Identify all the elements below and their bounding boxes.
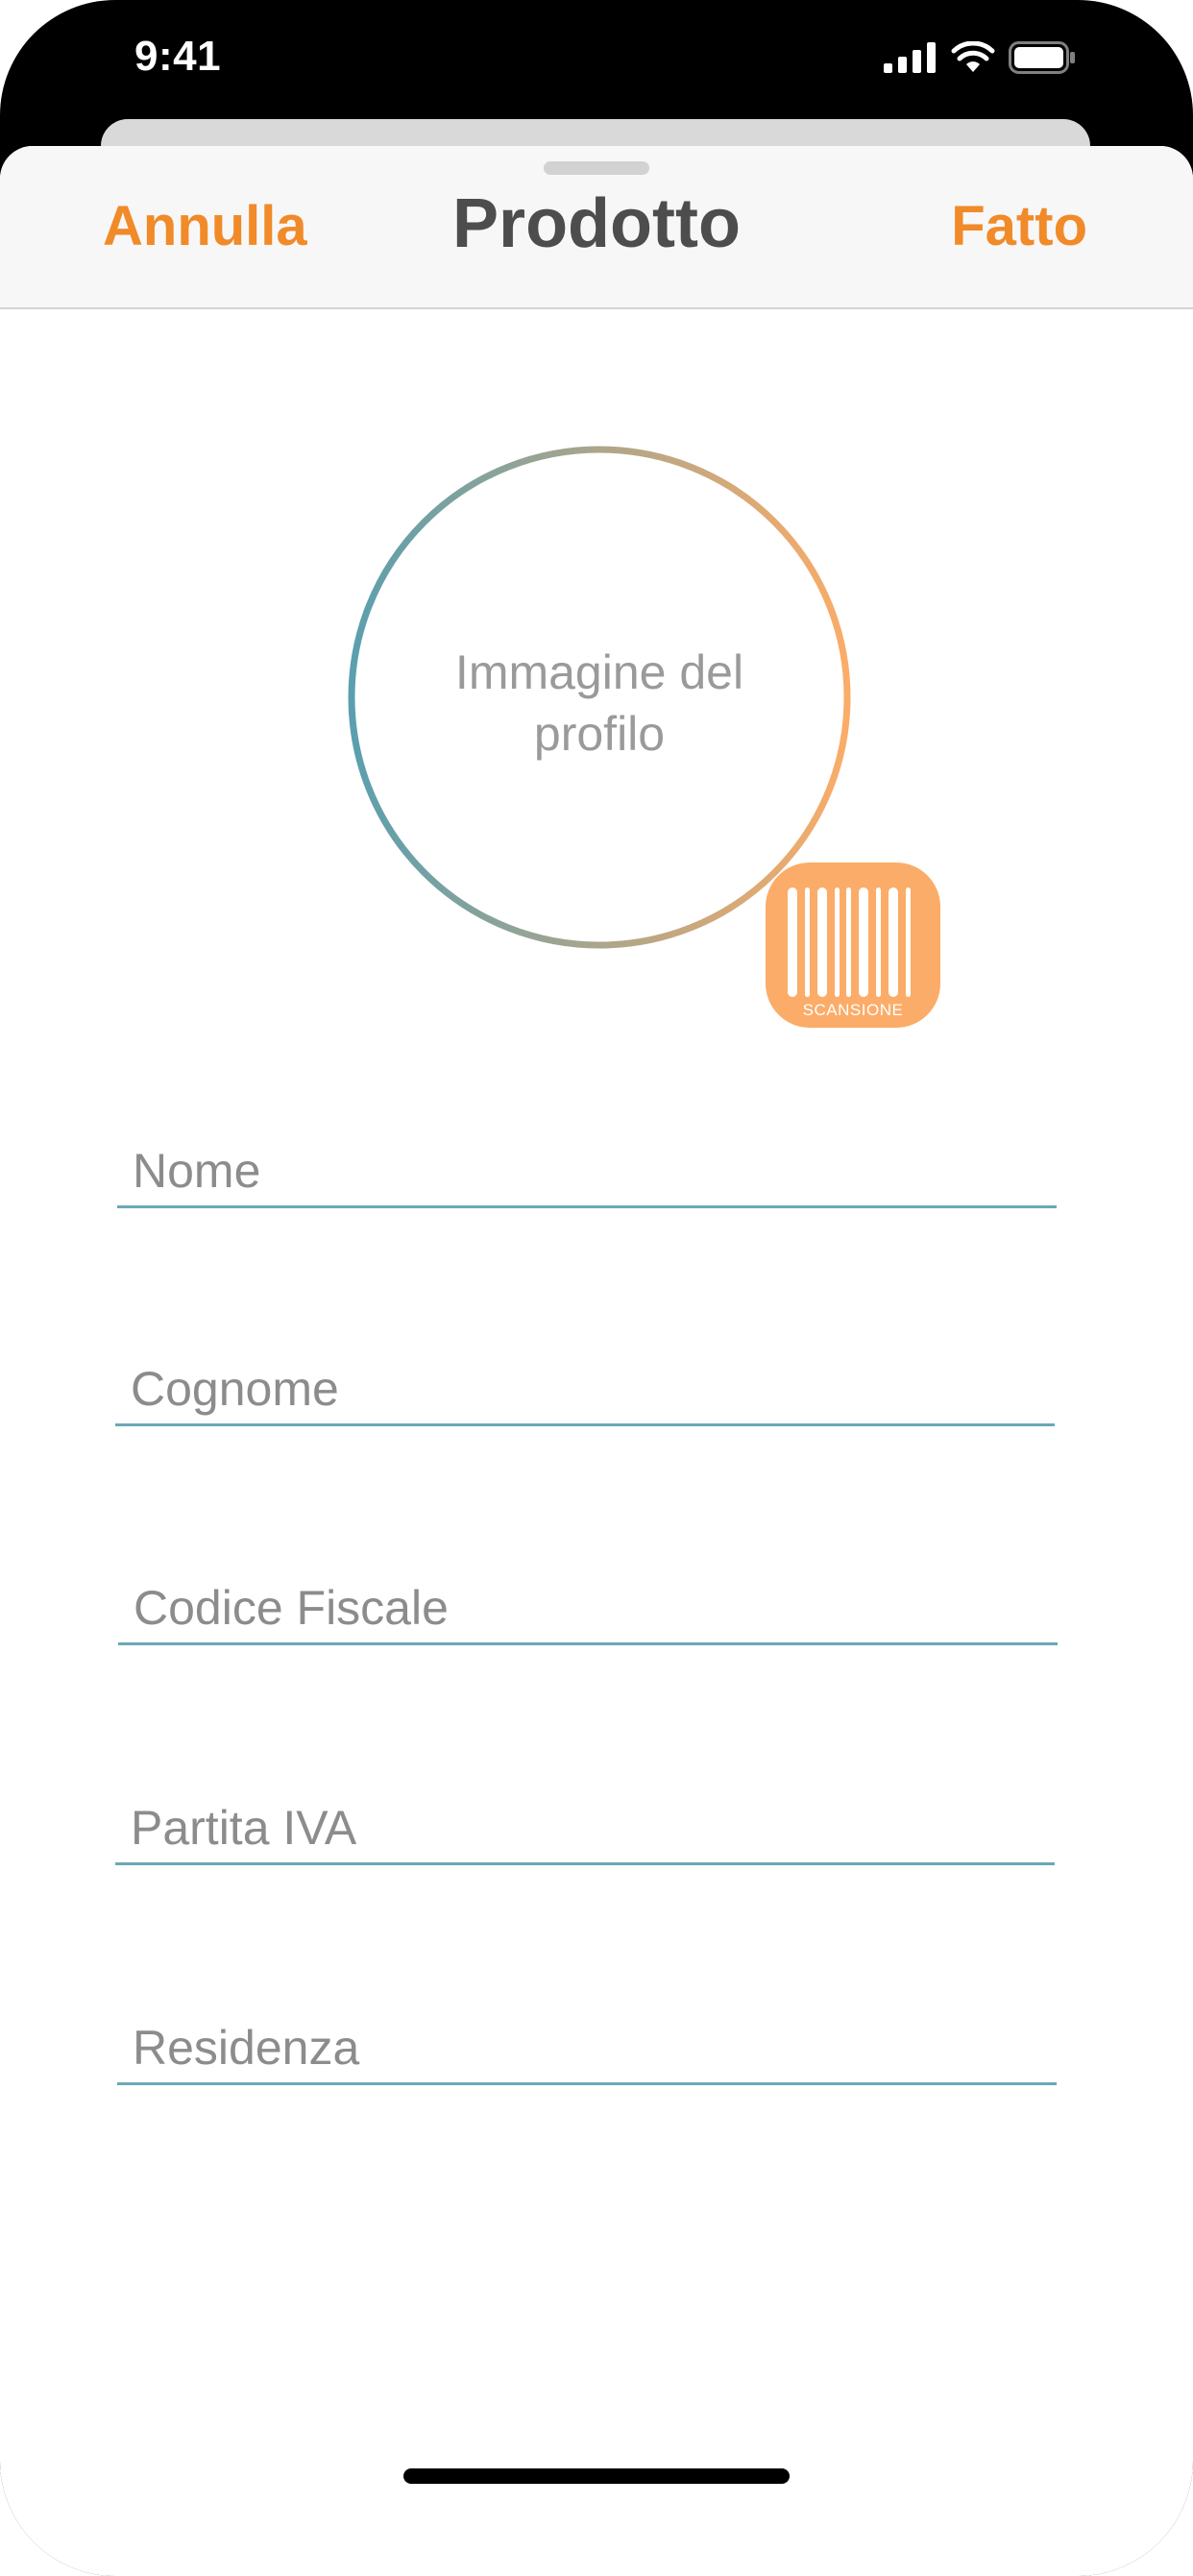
status-icons (884, 40, 1076, 75)
battery-icon (1009, 41, 1076, 74)
partita-iva-input[interactable] (115, 1788, 1055, 1861)
field-underline (117, 1205, 1057, 1208)
status-time: 9:41 (134, 33, 222, 80)
field-underline (117, 2082, 1057, 2085)
residenza-field[interactable] (117, 2008, 1057, 2085)
field-underline (115, 1423, 1055, 1426)
field-underline (118, 1642, 1058, 1645)
home-indicator[interactable] (403, 2468, 790, 2484)
wifi-icon (951, 41, 995, 74)
field-underline (115, 1862, 1055, 1865)
profile-image-picker[interactable]: Immagine del profilo (348, 446, 851, 949)
done-button[interactable]: Fatto (951, 194, 1087, 258)
cognome-input[interactable] (115, 1349, 1055, 1422)
navigation-bar: Annulla Prodotto Fatto (0, 146, 1193, 309)
codice-fiscale-input[interactable] (118, 1568, 1058, 1641)
phone-frame: 9:41 Annulla Prodotto Fatto Immagine del… (0, 0, 1193, 2576)
cognome-field[interactable] (115, 1349, 1055, 1426)
barcode-icon (788, 887, 911, 997)
residenza-input[interactable] (117, 2008, 1057, 2081)
modal-sheet: Annulla Prodotto Fatto Immagine del prof… (0, 146, 1193, 2576)
scan-label: SCANSIONE (802, 1001, 904, 1019)
status-bar: 9:41 (0, 0, 1193, 125)
nome-input[interactable] (117, 1131, 1057, 1204)
sheet-grabber[interactable] (544, 161, 649, 175)
partita-iva-field[interactable] (115, 1788, 1055, 1865)
scan-barcode-button[interactable]: SCANSIONE (766, 863, 940, 1028)
signal-icon (884, 42, 937, 73)
profile-image-placeholder: Immagine del profilo (454, 645, 744, 761)
nome-field[interactable] (117, 1131, 1057, 1208)
codice-fiscale-field[interactable] (118, 1568, 1058, 1645)
